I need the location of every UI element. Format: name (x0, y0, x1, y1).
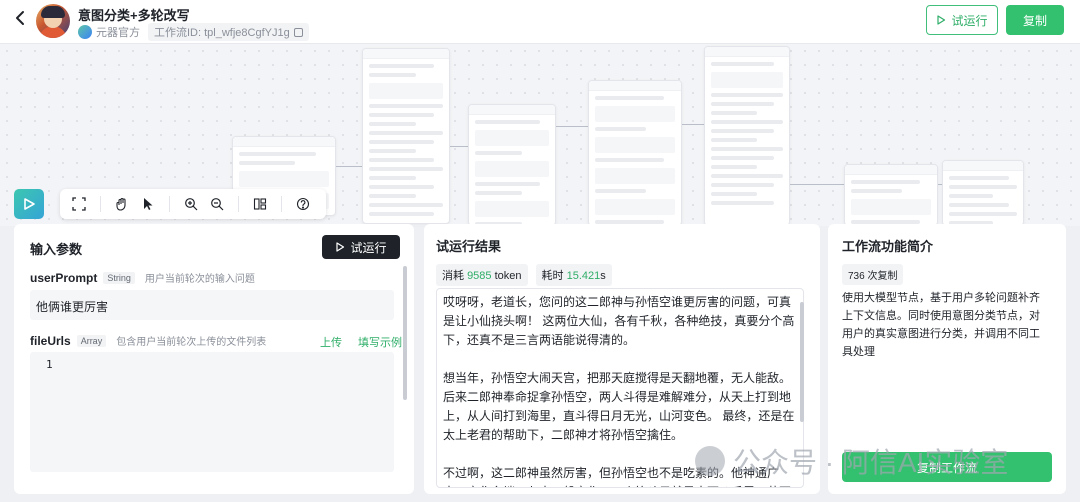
zoom-in-icon[interactable] (178, 192, 204, 216)
hand-pan-icon[interactable] (109, 192, 135, 216)
token-value: 9585 (467, 270, 492, 282)
input-panel-title: 输入参数 (30, 242, 83, 257)
result-paragraph: 哎呀呀，老道长，您问的这二郎神与孙悟空谁更厉害的问题，可真是让小仙挠头啊！ 这两… (443, 295, 795, 347)
workflow-intro-panel: 工作流功能简介 736 次复制 使用大模型节点，基于用户多轮问题补齐上下文信息。… (828, 224, 1066, 494)
org-name: 元器官方 (96, 27, 140, 39)
input-panel-scrollbar[interactable] (403, 266, 407, 400)
fit-view-icon[interactable] (66, 192, 92, 216)
pointer-select-icon[interactable] (135, 192, 161, 216)
run-stats: 消耗 9585 token 耗时 15.421s (436, 264, 612, 286)
workflow-node[interactable] (942, 160, 1024, 226)
workflow-node[interactable] (844, 164, 938, 226)
param-type-tag: String (103, 271, 135, 284)
top-header: 意图分类+多轮改写 元器官方 工作流ID: tpl_wfje8CgfYJ1g 试… (0, 0, 1080, 44)
play-icon (24, 198, 35, 210)
workflow-node[interactable] (362, 48, 450, 224)
token-unit: token (494, 270, 522, 282)
run-label: 试运行 (350, 240, 387, 255)
copy-count-badge: 736 次复制 (842, 264, 904, 285)
workflow-meta: 元器官方 工作流ID: tpl_wfje8CgfYJ1g (78, 23, 309, 41)
time-unit: s (600, 270, 606, 282)
org-logo-icon (78, 25, 92, 39)
try-run-button[interactable]: 试运行 (926, 5, 998, 35)
fill-example-link[interactable]: 填写示例 (358, 334, 402, 350)
layout-icon[interactable] (247, 192, 273, 216)
userprompt-input[interactable]: 他俩谁更厉害 (30, 290, 394, 320)
page-title: 意图分类+多轮改写 (78, 8, 190, 23)
workflow-node[interactable] (588, 80, 682, 226)
time-label: 耗时 (541, 270, 564, 282)
param-desc: 包含用户当前轮次上传的文件列表 (116, 337, 267, 348)
play-outline-icon (336, 242, 345, 252)
intro-panel-title: 工作流功能简介 (842, 239, 934, 254)
run-result-panel: 试运行结果 消耗 9585 token 耗时 15.421s 哎呀呀，老道长，您… (424, 224, 820, 494)
fileurls-editor[interactable]: 1 (30, 352, 394, 472)
result-scrollbar[interactable] (800, 302, 804, 422)
copy-button[interactable]: 复制 (1006, 5, 1064, 35)
param-desc: 用户当前轮次的输入问题 (144, 274, 255, 285)
back-arrow-icon[interactable] (12, 9, 30, 27)
zoom-out-icon[interactable] (204, 192, 230, 216)
param-type-tag: Array (76, 334, 107, 347)
upload-link[interactable]: 上传 (320, 334, 342, 350)
play-outline-icon (937, 15, 946, 25)
param-userprompt: userPrompt String 用户当前轮次的输入问题 (30, 270, 255, 286)
workflow-id-text: 工作流ID: tpl_wfje8CgfYJ1g (154, 27, 290, 39)
input-params-panel: 输入参数 试运行 userPrompt String 用户当前轮次的输入问题 他… (14, 224, 414, 494)
copy-workflow-button[interactable]: 复制工作流 (842, 452, 1052, 482)
result-text-box[interactable]: 哎呀呀，老道长，您问的这二郎神与孙悟空谁更厉害的问题，可真是让小仙挠头啊！ 这两… (436, 288, 804, 488)
param-fileurls: fileUrls Array 包含用户当前轮次上传的文件列表 (30, 333, 267, 349)
workflow-avatar (36, 4, 70, 38)
result-paragraph: 不过啊，这二郎神虽然厉害，但孙悟空也不是吃素的。他神通广大，变化多端，七十二般变… (443, 466, 791, 487)
copy-id-icon[interactable] (293, 27, 303, 37)
result-panel-title: 试运行结果 (436, 239, 502, 254)
param-name: fileUrls (30, 333, 71, 348)
time-stat: 耗时 15.421s (535, 264, 612, 286)
workflow-node[interactable] (468, 104, 556, 226)
result-paragraph: 想当年，孙悟空大闹天宫，把那天庭搅得是天翻地覆，无人能敌。后来二郎神奉命捉拿孙悟… (443, 371, 795, 442)
run-canvas-button[interactable] (14, 189, 44, 219)
time-value: 15.421 (566, 270, 601, 282)
line-number: 1 (46, 358, 53, 371)
help-icon[interactable] (290, 192, 316, 216)
token-stat: 消耗 9585 token (436, 264, 528, 286)
intro-description: 使用大模型节点，基于用户多轮问题补齐上下文信息。同时使用意图分类节点，对用户的真… (842, 292, 1040, 358)
param-name: userPrompt (30, 270, 98, 285)
workflow-id-badge: 工作流ID: tpl_wfje8CgfYJ1g (148, 23, 309, 41)
workflow-node[interactable] (704, 46, 790, 226)
token-label: 消耗 (442, 270, 464, 282)
run-button[interactable]: 试运行 (322, 235, 400, 259)
try-run-label: 试运行 (951, 13, 988, 28)
canvas-toolbar (60, 189, 326, 219)
